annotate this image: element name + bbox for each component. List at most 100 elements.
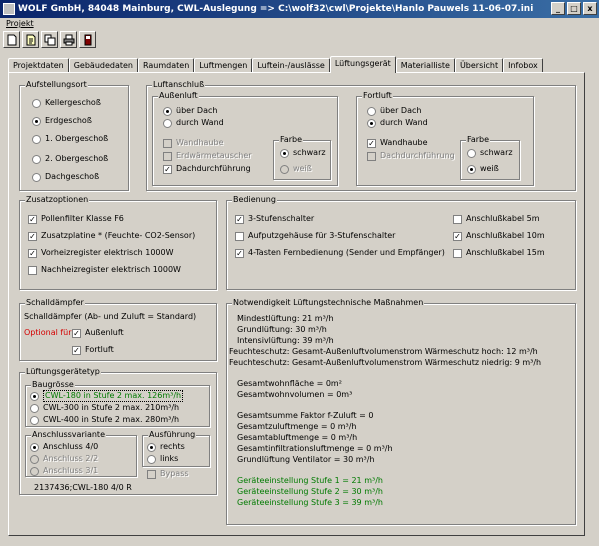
check-vorheizregister[interactable]: ✓ Vorheizregister elektrisch 1000W bbox=[28, 248, 174, 258]
group-title: Aufstellungsort bbox=[25, 80, 88, 90]
geraeteeinstellung-stufe-1: Geräteeinstellung Stufe 1 = 21 m³/h bbox=[237, 476, 383, 485]
check-anschlusskabel-15m[interactable]: Anschlußkabel 15m bbox=[453, 248, 545, 258]
luftanschluss-group: Luftanschluß Außenluft über Dach durch W… bbox=[146, 80, 576, 191]
info-line: Gesamtabluftmenge = 0 m³/h bbox=[237, 433, 358, 442]
radio-rechts[interactable]: rechts bbox=[147, 442, 185, 452]
group-title: Ausführung bbox=[148, 430, 197, 440]
check-aussenluft-daempfer[interactable]: ✓ Außenluft bbox=[72, 328, 124, 338]
info-line: Grundlüftung Ventilator = 30 m³/h bbox=[237, 455, 375, 464]
aussenluft-ueber-dach[interactable]: über Dach bbox=[163, 106, 217, 116]
bedienung-group: Bedienung ✓ 3-Stufenschalter Aufputzgehäu… bbox=[226, 195, 576, 290]
radio-kellergeschoss[interactable]: Kellergeschoß bbox=[32, 98, 101, 108]
info-line: Feuchteschutz: Gesamt-Außenluftvolumenst… bbox=[229, 347, 538, 356]
edit-document-icon[interactable] bbox=[22, 31, 39, 48]
radio-links[interactable]: links bbox=[147, 454, 178, 464]
ausfuehrung-group: Ausführung rechts links bbox=[142, 430, 210, 467]
menu-bar: Projekt bbox=[0, 18, 599, 30]
radio-cwl-300[interactable]: CWL-300 in Stufe 2 max. 210m³/h bbox=[30, 403, 179, 413]
tab-panel: Aufstellungsort Kellergeschoß Erdgeschoß… bbox=[8, 72, 585, 536]
exit-icon[interactable] bbox=[79, 31, 96, 48]
tab-projektdaten[interactable]: Projektdaten bbox=[8, 58, 69, 73]
aussenluft-farbe-schwarz[interactable]: schwarz bbox=[280, 148, 326, 158]
fortluft-dachdurchfuehrung[interactable]: Dachdurchführung bbox=[367, 151, 455, 161]
info-line: Gesamtsumme Faktor f-Zuluft = 0 bbox=[237, 411, 374, 420]
group-title: Fortluft bbox=[362, 91, 393, 101]
radio-2-obergeschoss[interactable]: 2. Obergeschoß bbox=[32, 154, 108, 164]
fortluft-group: Fortluft über Dach durch Wand ✓ Wandhaube… bbox=[356, 91, 534, 186]
anschlussvariante-group: Anschlussvariante Anschluss 4/0 Anschlus… bbox=[25, 430, 137, 477]
info-line: Gesamtinfiltrationsluftmenge = 0 m³/h bbox=[237, 444, 393, 453]
fortluft-wandhaube[interactable]: ✓ Wandhaube bbox=[367, 138, 428, 148]
aussenluft-wandhaube[interactable]: Wandhaube bbox=[163, 138, 224, 148]
group-title: Farbe bbox=[279, 135, 304, 145]
tab-raumdaten[interactable]: Raumdaten bbox=[138, 58, 195, 73]
aussenluft-erdwaermetauscher[interactable]: Erdwärmetauscher bbox=[163, 151, 252, 161]
tab-gebaeudedaten[interactable]: Gebäudedaten bbox=[68, 58, 138, 73]
radio-cwl-180[interactable]: CWL-180 in Stufe 2 max. 126m³/h bbox=[30, 390, 184, 402]
aussenluft-dachdurchfuehrung[interactable]: ✓ Dachdurchführung bbox=[163, 164, 251, 174]
zusatzoptionen-group: Zusatzoptionen ✓ Pollenfilter Klasse F6 ✓… bbox=[19, 195, 217, 290]
radio-dachgeschoss[interactable]: Dachgeschoß bbox=[32, 172, 99, 182]
tab-strip: Projektdaten Gebäudedaten Raumdaten Luft… bbox=[8, 56, 543, 73]
tab-luftmengen[interactable]: Luftmengen bbox=[194, 58, 253, 73]
tab-luftein-auslaesse[interactable]: Luftein-/auslässe bbox=[252, 58, 330, 73]
minimize-button[interactable]: _ bbox=[551, 2, 565, 15]
radio-1-obergeschoss[interactable]: 1. Obergeschoß bbox=[32, 134, 108, 144]
check-nachheizregister[interactable]: Nachheizregister elektrisch 1000W bbox=[28, 265, 181, 275]
radio-cwl-400[interactable]: CWL-400 in Stufe 2 max. 280m³/h bbox=[30, 415, 179, 425]
check-zusatzplatine[interactable]: ✓ Zusatzplatine * (Feuchte- CO2-Sensor) bbox=[28, 231, 195, 241]
group-title: Schalldämpfer bbox=[25, 298, 85, 308]
new-document-icon[interactable] bbox=[3, 31, 20, 48]
device-code: 2137436;CWL-180 4/0 R bbox=[34, 483, 132, 492]
check-aufputzgehaeuse[interactable]: Aufputzgehäuse für 3-Stufenschalter bbox=[235, 231, 395, 241]
group-title: Notwendigkeit Lüftungstechnische Maßnahm… bbox=[232, 298, 425, 308]
fortluft-farbe-group: Farbe schwarz weiß bbox=[460, 135, 520, 180]
info-line: Gesamtwohnfläche = 0m² bbox=[237, 379, 342, 388]
aussenluft-farbe-weiss[interactable]: weiß bbox=[280, 164, 312, 174]
group-title: Farbe bbox=[466, 135, 491, 145]
tab-uebersicht[interactable]: Übersicht bbox=[454, 58, 504, 73]
baugroesse-group: Baugrösse CWL-180 in Stufe 2 max. 126m³/… bbox=[25, 380, 210, 427]
geraeteeinstellung-stufe-3: Geräteeinstellung Stufe 3 = 39 m³/h bbox=[237, 498, 383, 507]
group-title: Anschlussvariante bbox=[31, 430, 106, 440]
print-icon[interactable] bbox=[60, 31, 77, 48]
tab-materialliste[interactable]: Materialliste bbox=[395, 58, 455, 73]
info-line: Grundlüftung: 30 m³/h bbox=[237, 325, 327, 334]
check-pollenfilter[interactable]: ✓ Pollenfilter Klasse F6 bbox=[28, 214, 124, 224]
fortluft-farbe-schwarz[interactable]: schwarz bbox=[467, 148, 513, 158]
fortluft-durch-wand[interactable]: durch Wand bbox=[367, 118, 428, 128]
schalldaempfer-description: Schalldämpfer (Ab- und Zuluft = Standard… bbox=[24, 312, 197, 321]
group-title: Lüftungsgerätetyp bbox=[25, 367, 101, 377]
group-title: Zusatzoptionen bbox=[25, 195, 90, 205]
check-anschlusskabel-10m[interactable]: ✓ Anschlußkabel 10m bbox=[453, 231, 545, 241]
tab-infobox[interactable]: Infobox bbox=[503, 58, 543, 73]
app-icon bbox=[3, 3, 15, 15]
group-title: Luftanschluß bbox=[152, 80, 206, 90]
check-anschlusskabel-5m[interactable]: Anschlußkabel 5m bbox=[453, 214, 540, 224]
check-4-tasten-fernbedienung[interactable]: ✓ 4-Tasten Fernbedienung (Sender und Empf… bbox=[235, 248, 445, 258]
copy-document-icon[interactable] bbox=[41, 31, 58, 48]
notwendigkeit-group: Notwendigkeit Lüftungstechnische Maßnahm… bbox=[226, 298, 576, 525]
lueftungsgeraetetyp-group: Lüftungsgerätetyp Baugrösse CWL-180 in S… bbox=[19, 367, 217, 495]
window-title: WOLF GmbH, 84048 Mainburg, CWL-Auslegung… bbox=[18, 4, 534, 14]
maximize-button[interactable]: □ bbox=[567, 2, 581, 15]
radio-anschluss-2-2[interactable]: Anschluss 2/2 bbox=[30, 454, 98, 464]
aussenluft-durch-wand[interactable]: durch Wand bbox=[163, 118, 224, 128]
close-button[interactable]: x bbox=[583, 2, 597, 15]
geraeteeinstellung-stufe-2: Geräteeinstellung Stufe 2 = 30 m³/h bbox=[237, 487, 383, 496]
check-bypass[interactable]: Bypass bbox=[147, 469, 189, 479]
menu-projekt[interactable]: Projekt bbox=[6, 19, 34, 28]
group-title: Bedienung bbox=[232, 195, 277, 205]
tab-lueftungsgeraet[interactable]: Lüftungsgerät bbox=[329, 56, 396, 73]
fortluft-ueber-dach[interactable]: über Dach bbox=[367, 106, 421, 116]
schalldaempfer-group: Schalldämpfer Schalldämpfer (Ab- und Zul… bbox=[19, 298, 217, 361]
fortluft-farbe-weiss[interactable]: weiß bbox=[467, 164, 499, 174]
radio-erdgeschoss[interactable]: Erdgeschoß bbox=[32, 116, 92, 126]
radio-anschluss-4-0[interactable]: Anschluss 4/0 bbox=[30, 442, 98, 452]
group-title: Außenluft bbox=[158, 91, 199, 101]
toolbar bbox=[3, 31, 96, 49]
radio-anschluss-3-1[interactable]: Anschluss 3/1 bbox=[30, 466, 98, 476]
check-3-stufenschalter[interactable]: ✓ 3-Stufenschalter bbox=[235, 214, 314, 224]
check-fortluft-daempfer[interactable]: ✓ Fortluft bbox=[72, 345, 114, 355]
info-line: Mindestlüftung: 21 m³/h bbox=[237, 314, 334, 323]
